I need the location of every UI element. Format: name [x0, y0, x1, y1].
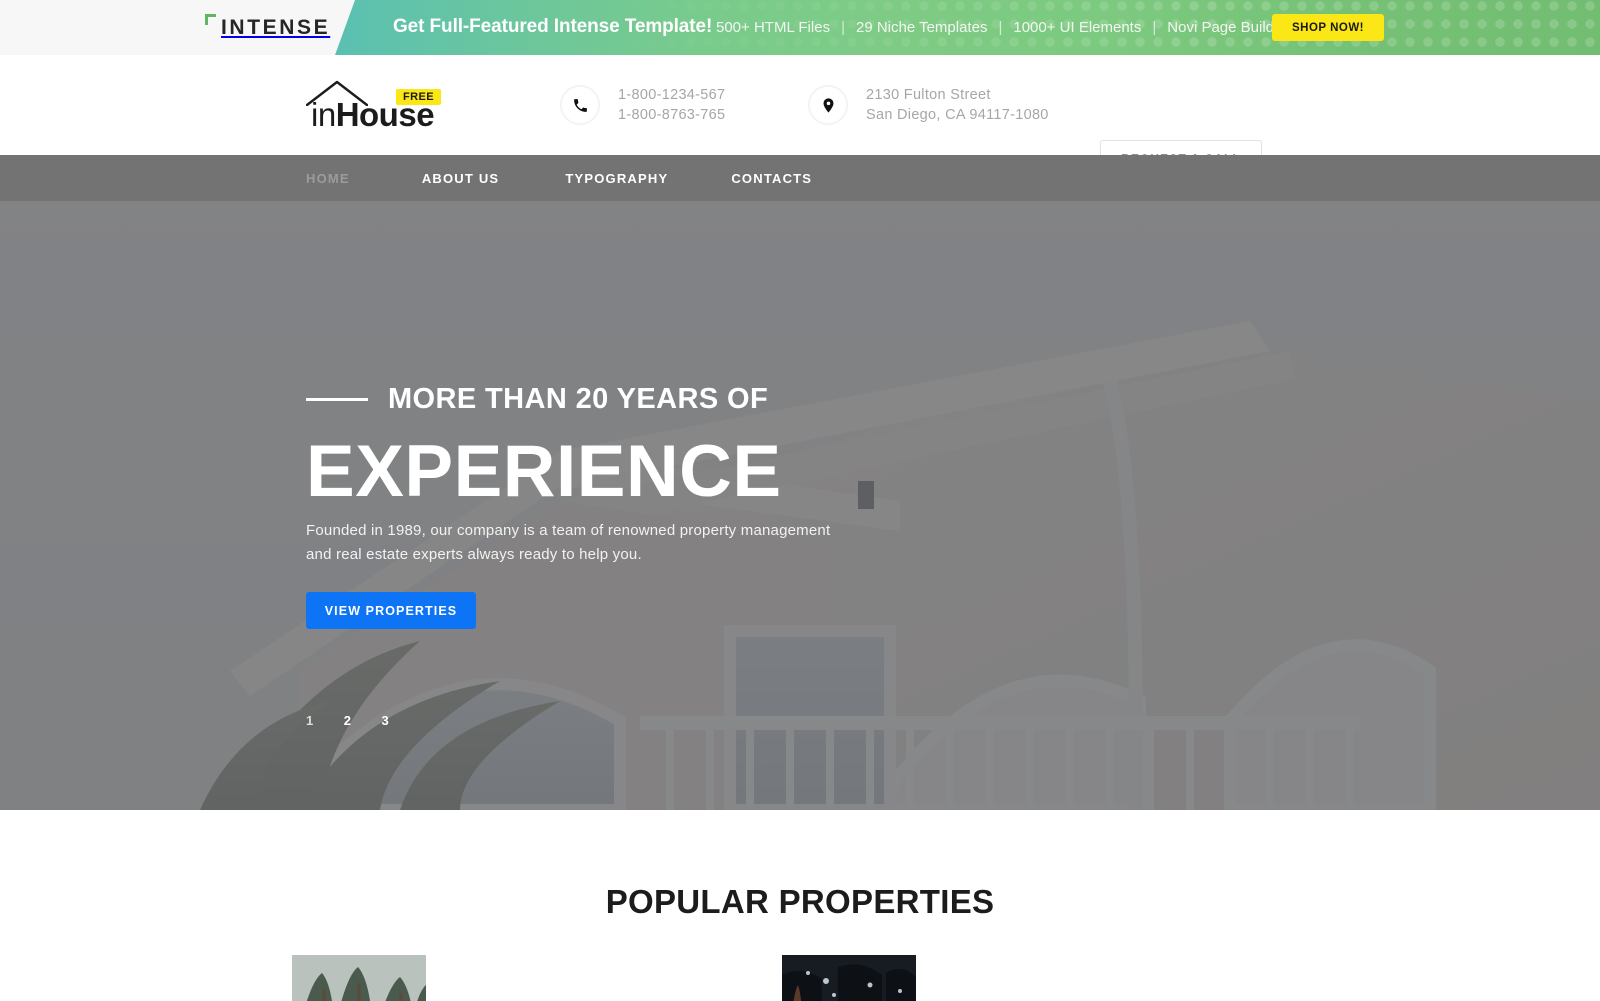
promo-separator: | — [1152, 19, 1157, 36]
phone-number-primary[interactable]: 1-800-1234-567 — [618, 87, 725, 103]
promo-separator: | — [841, 19, 845, 36]
kicker-rule-icon — [306, 398, 368, 401]
address-line-2: San Diego, CA 94117-1080 — [866, 107, 1049, 123]
popular-properties-title: POPULAR PROPERTIES — [605, 883, 995, 920]
view-properties-button[interactable]: VIEW PROPERTIES — [306, 592, 476, 629]
grid-spacer — [426, 955, 782, 1001]
promo-feature-item: 29 Niche Templates — [855, 19, 988, 36]
header-phone-block: 1-800-1234-567 1-800-8763-765 — [560, 85, 725, 125]
inhouse-logo[interactable]: inHouse FREE — [306, 80, 486, 136]
nav-item-contacts[interactable]: CONTACTS — [731, 171, 812, 186]
popular-properties-section: POPULAR PROPERTIES — [0, 810, 1600, 1001]
hero-title: EXPERIENCE — [306, 431, 782, 512]
promo-feature-item: 500+ HTML Files — [716, 19, 831, 36]
address-line-1: 2130 Fulton Street — [866, 87, 991, 103]
promo-feature-list: 500+ HTML Files | 29 Niche Templates | 1… — [716, 19, 1287, 36]
phone-number-secondary[interactable]: 1-800-8763-765 — [618, 107, 725, 123]
hero-pagination-item-3[interactable]: 3 — [381, 713, 389, 728]
property-card-2[interactable] — [782, 955, 916, 1001]
nav-item-home[interactable]: HOME — [306, 171, 350, 186]
hero-pagination: 1 2 3 — [306, 713, 389, 728]
phone-icon — [560, 85, 600, 125]
hero-kicker-text: MORE THAN 20 YEARS OF — [388, 383, 769, 415]
site-header: inHouse FREE 1-800-1234-567 1-800-8763-7… — [0, 55, 1600, 177]
promo-feature-item: 1000+ UI Elements — [1013, 19, 1142, 36]
property-thumbnail-2 — [782, 955, 916, 1001]
hero-content: MORE THAN 20 YEARS OF EXPERIENCE Founded… — [306, 201, 1206, 810]
shop-now-button[interactable]: SHOP NOW! — [1272, 14, 1384, 41]
hero-description: Founded in 1989, our company is a team o… — [306, 522, 831, 564]
phone-numbers: 1-800-1234-567 1-800-8763-765 — [618, 87, 725, 123]
bracket-icon — [205, 14, 216, 25]
promo-banner: INTENSE Get Full-Featured Intense Templa… — [0, 0, 1600, 55]
promo-feature-item: Novi Page Builder — [1167, 19, 1288, 36]
property-card-1[interactable] — [292, 955, 426, 1001]
map-pin-icon — [808, 85, 848, 125]
nav-item-typography[interactable]: TYPOGRAPHY — [565, 171, 668, 186]
logo-text-in: in — [311, 96, 336, 133]
nav-links: HOME ABOUT US TYPOGRAPHY CONTACTS — [306, 155, 812, 201]
header-address-block: 2130 Fulton Street San Diego, CA 94117-1… — [808, 85, 1049, 125]
hero-kicker: MORE THAN 20 YEARS OF — [306, 383, 768, 416]
property-card-grid — [292, 955, 1308, 1001]
hero-slider: MORE THAN 20 YEARS OF EXPERIENCE Founded… — [0, 201, 1600, 810]
promo-headline: Get Full-Featured Intense Template! — [393, 16, 713, 37]
property-thumbnail-1 — [292, 955, 426, 1001]
promo-separator: | — [998, 19, 1003, 36]
hero-pagination-item-2[interactable]: 2 — [344, 713, 352, 728]
intense-brand-label: INTENSE — [221, 16, 331, 39]
hero-pagination-item-1[interactable]: 1 — [306, 713, 314, 728]
free-badge: FREE — [396, 89, 441, 105]
main-navigation: HOME ABOUT US TYPOGRAPHY CONTACTS — [0, 155, 1600, 201]
nav-item-about-us[interactable]: ABOUT US — [422, 171, 500, 186]
intense-brand-logo[interactable]: INTENSE — [205, 14, 330, 38]
address-lines: 2130 Fulton Street San Diego, CA 94117-1… — [866, 87, 1049, 123]
